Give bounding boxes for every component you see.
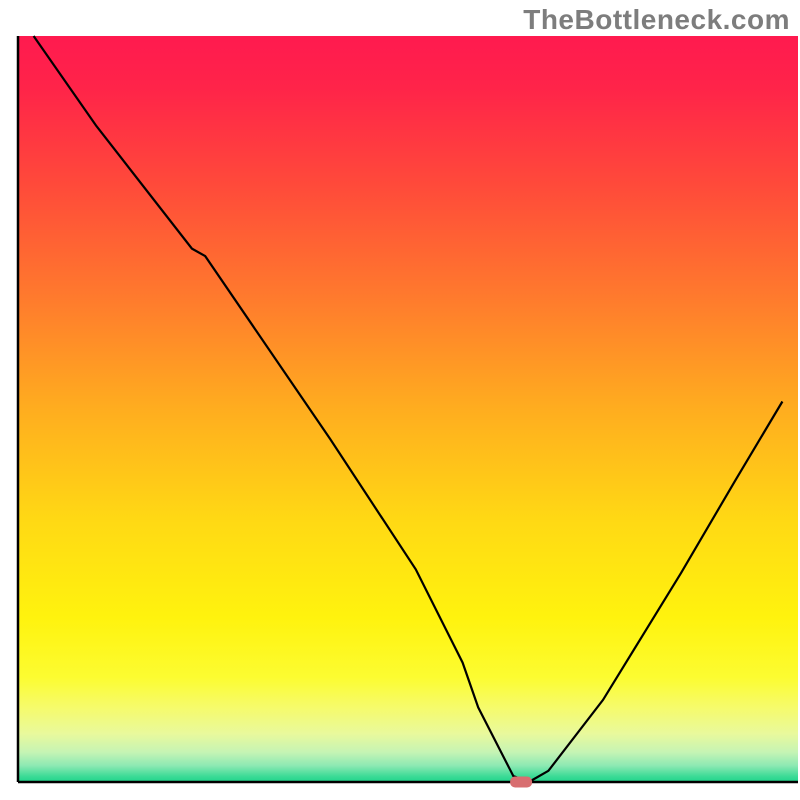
plot-background [18, 36, 798, 782]
chart-svg [0, 0, 800, 800]
minimum-marker [510, 777, 532, 788]
bottleneck-chart: TheBottleneck.com [0, 0, 800, 800]
watermark-label: TheBottleneck.com [523, 4, 790, 36]
